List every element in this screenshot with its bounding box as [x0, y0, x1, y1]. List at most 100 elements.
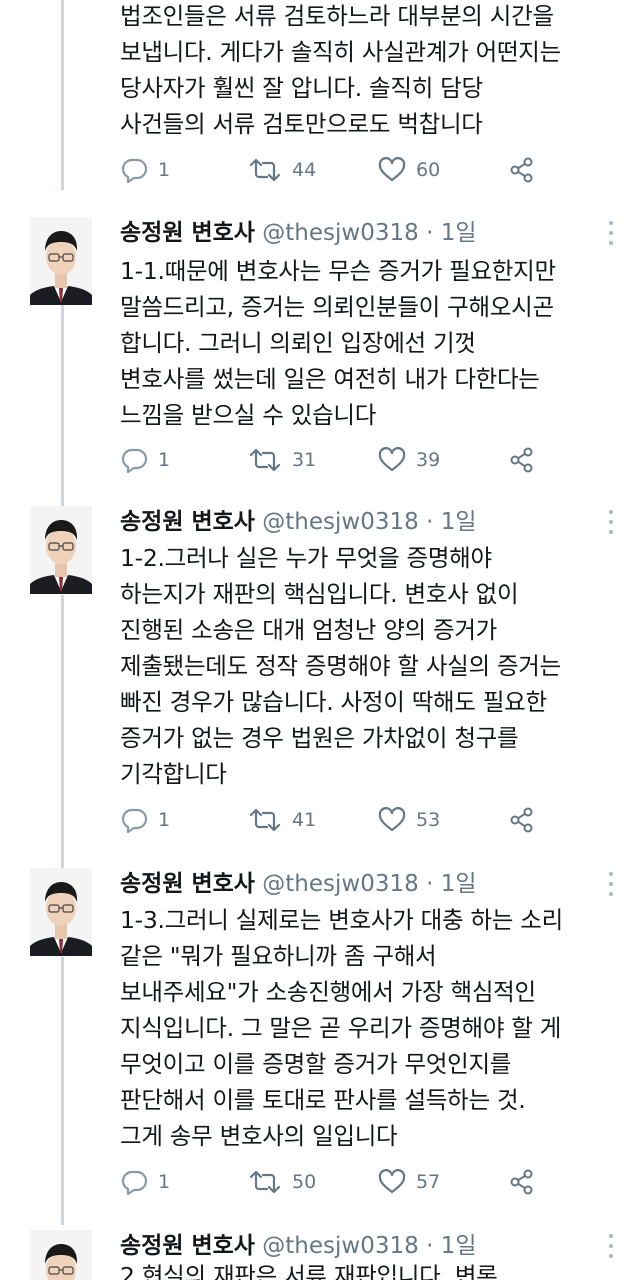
- avatar[interactable]: [30, 217, 92, 305]
- share-button[interactable]: [508, 1166, 546, 1198]
- share-icon: [510, 1169, 533, 1195]
- tweet-actions: 1 50 57: [120, 1166, 600, 1198]
- tweet-header: 송정원 변호사 @thesjw0318 · 1일: [120, 866, 476, 902]
- tweet-text-line: 1-3.그러니 실제로는 변호사가 대충 하는 소리: [120, 906, 563, 934]
- reply-icon: [121, 158, 148, 183]
- like-button[interactable]: 39: [378, 444, 440, 476]
- tweet-text-line: 보냅니다. 게다가 솔직히 사실관계가 어떤지는: [120, 38, 561, 66]
- reply-count: 1: [158, 449, 171, 471]
- tweet-text-line: 진행된 소송은 대개 엄청난 양의 증거가: [120, 616, 497, 644]
- tweet-text: 2.현실의 재판은 서류 재판입니다. 변론: [120, 1258, 630, 1280]
- more-options-icon[interactable]: [608, 221, 614, 245]
- timestamp[interactable]: 1일: [441, 220, 477, 246]
- retweet-button[interactable]: 50: [248, 1166, 316, 1198]
- tweet-text-line: 하는지가 재판의 핵심입니다. 변호사 없이: [120, 580, 519, 608]
- tweet-text-line: 말씀드리고, 증거는 의뢰인분들이 구해오시곤: [120, 293, 554, 321]
- profile-photo: [30, 506, 92, 594]
- thread-line: [61, 595, 64, 870]
- retweet-icon: [249, 448, 281, 472]
- tweet-text-line: 당사자가 훨씬 잘 압니다. 솔직히 담당: [120, 74, 483, 102]
- user-handle[interactable]: @thesjw0318: [262, 1233, 418, 1259]
- timestamp[interactable]: 1일: [441, 871, 477, 897]
- like-button[interactable]: 53: [378, 804, 440, 836]
- heart-icon: [378, 447, 406, 472]
- user-handle[interactable]: @thesjw0318: [262, 220, 418, 246]
- display-name[interactable]: 송정원 변호사: [120, 509, 255, 535]
- reply-count: 1: [158, 809, 171, 831]
- retweet-button[interactable]: 41: [248, 804, 316, 836]
- tweet[interactable]: 송정원 변호사 @thesjw0318 · 1일 2.현실의 재판은 서류 재판…: [0, 1228, 640, 1280]
- user-handle[interactable]: @thesjw0318: [262, 871, 418, 897]
- tweet-actions: 1 44 60: [120, 154, 600, 186]
- separator-dot: ·: [426, 871, 434, 897]
- tweet-header: 송정원 변호사 @thesjw0318 · 1일: [120, 215, 476, 251]
- tweet-text-line: 빠진 경우가 많습니다. 사정이 딱해도 필요한: [120, 688, 547, 716]
- tweet-text-line: 그게 송무 변호사의 일입니다: [120, 1122, 398, 1150]
- tweet-header: 송정원 변호사 @thesjw0318 · 1일: [120, 504, 476, 540]
- timestamp[interactable]: 1일: [441, 1233, 477, 1259]
- share-button[interactable]: [508, 804, 546, 836]
- heart-icon: [378, 807, 406, 832]
- retweet-button[interactable]: 44: [248, 154, 316, 186]
- share-button[interactable]: [508, 444, 546, 476]
- more-options-icon[interactable]: [608, 872, 614, 896]
- reply-button[interactable]: 1: [120, 804, 170, 836]
- avatar[interactable]: [30, 868, 92, 956]
- reply-button[interactable]: 1: [120, 154, 170, 186]
- reply-icon: [121, 808, 148, 833]
- profile-photo: [30, 1230, 92, 1280]
- share-icon: [510, 807, 533, 833]
- display-name[interactable]: 송정원 변호사: [120, 220, 255, 246]
- tweet-text: 법조인들은 서류 검토하느라 대부분의 시간을 보냅니다. 게다가 솔직히 사실…: [120, 0, 630, 142]
- more-options-icon[interactable]: [608, 510, 614, 534]
- more-options-icon[interactable]: [608, 1234, 614, 1258]
- thread-line: [61, 0, 64, 190]
- like-count: 60: [416, 159, 441, 181]
- avatar[interactable]: [30, 506, 92, 594]
- heart-icon: [378, 157, 406, 182]
- tweet-actions: 1 41 53: [120, 804, 600, 836]
- retweet-count: 41: [292, 809, 317, 831]
- retweet-button[interactable]: 31: [248, 444, 316, 476]
- user-handle[interactable]: @thesjw0318: [262, 509, 418, 535]
- reply-icon: [121, 1170, 148, 1195]
- tweet-text-line: 1-2.그러나 실은 누가 무엇을 증명해야: [120, 544, 492, 572]
- tweet-text-line: 보내주세요"가 소송진행에서 가장 핵심적인: [120, 978, 536, 1006]
- retweet-icon: [249, 1170, 281, 1194]
- display-name[interactable]: 송정원 변호사: [120, 1233, 255, 1259]
- separator-dot: ·: [426, 1233, 434, 1259]
- tweet-text-line: 제출됐는데도 정작 증명해야 할 사실의 증거는: [120, 652, 561, 680]
- tweet-text-line: 판단해서 이를 토대로 판사를 설득하는 것.: [120, 1086, 526, 1114]
- tweet-text: 1-1.때문에 변호사는 무슨 증거가 필요한지만 말씀드리고, 증거는 의뢰인…: [120, 253, 630, 433]
- retweet-count: 50: [292, 1171, 317, 1193]
- share-icon: [510, 447, 533, 473]
- tweet-text-line: 기각합니다: [120, 760, 227, 788]
- retweet-count: 44: [292, 159, 317, 181]
- tweet-text-line: 무엇이고 이를 증명할 증거가 무엇인지를: [120, 1050, 512, 1078]
- avatar[interactable]: [30, 1230, 92, 1280]
- reply-count: 1: [158, 159, 171, 181]
- thread-line: [61, 957, 64, 1225]
- reply-button[interactable]: 1: [120, 444, 170, 476]
- tweet-text-line: 2.현실의 재판은 서류 재판입니다. 변론: [120, 1262, 498, 1280]
- separator-dot: ·: [426, 509, 434, 535]
- reply-button[interactable]: 1: [120, 1166, 170, 1198]
- retweet-count: 31: [292, 449, 317, 471]
- tweet-text-line: 같은 "뭐가 필요하니까 좀 구해서: [120, 942, 437, 970]
- display-name[interactable]: 송정원 변호사: [120, 871, 255, 897]
- share-button[interactable]: [508, 154, 546, 186]
- retweet-icon: [249, 808, 281, 832]
- like-count: 57: [416, 1171, 441, 1193]
- like-button[interactable]: 60: [378, 154, 440, 186]
- timestamp[interactable]: 1일: [441, 509, 477, 535]
- profile-photo: [30, 868, 92, 956]
- like-button[interactable]: 57: [378, 1166, 440, 1198]
- share-icon: [510, 157, 533, 183]
- tweet-actions: 1 31 39: [120, 444, 600, 476]
- tweet-text: 1-2.그러나 실은 누가 무엇을 증명해야 하는지가 재판의 핵심입니다. 변…: [120, 540, 630, 792]
- like-count: 39: [416, 449, 441, 471]
- tweet-text-line: 느낌을 받으실 수 있습니다: [120, 401, 377, 429]
- profile-photo: [30, 217, 92, 305]
- reply-count: 1: [158, 1171, 171, 1193]
- like-count: 53: [416, 809, 441, 831]
